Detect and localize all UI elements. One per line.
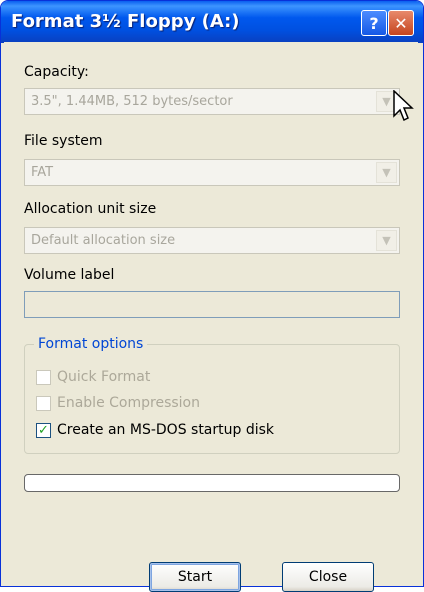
help-button[interactable]: ? (361, 10, 387, 36)
capacity-select[interactable]: 3.5", 1.44MB, 512 bytes/sector ▼ (24, 88, 400, 115)
checkbox-box[interactable] (36, 395, 51, 411)
checkbox-box[interactable] (36, 369, 51, 385)
format-options-legend: Format options (34, 336, 148, 352)
close-button[interactable]: Close (282, 562, 374, 592)
quick-format-checkbox[interactable]: Quick Format (36, 369, 150, 385)
volume-label-input[interactable] (24, 291, 400, 318)
file-system-label: File system (24, 133, 103, 149)
enable-compression-label: Enable Compression (57, 395, 200, 411)
volume-label-label: Volume label (24, 267, 115, 283)
allocation-select[interactable]: Default allocation size ▼ (24, 227, 400, 254)
file-system-select[interactable]: FAT ▼ (24, 159, 400, 186)
window-title: Format 3½ Floppy (A:) (11, 11, 240, 32)
capacity-label: Capacity: (24, 64, 89, 80)
chevron-down-icon[interactable]: ▼ (376, 230, 397, 251)
enable-compression-checkbox[interactable]: Enable Compression (36, 395, 200, 411)
mouse-cursor-icon (393, 90, 414, 122)
capacity-value: 3.5", 1.44MB, 512 bytes/sector (31, 94, 233, 109)
chevron-down-icon[interactable]: ▼ (376, 162, 397, 183)
allocation-label: Allocation unit size (24, 201, 157, 217)
title-bar[interactable]: Format 3½ Floppy (A:) ? ✕ (1, 1, 423, 43)
checkmark-icon[interactable]: ✓ (36, 422, 51, 438)
start-button[interactable]: Start (149, 562, 241, 592)
format-progress-bar (24, 474, 400, 492)
quick-format-label: Quick Format (57, 369, 151, 385)
msdos-startup-label: Create an MS-DOS startup disk (57, 422, 275, 438)
msdos-startup-checkbox[interactable]: ✓ Create an MS-DOS startup disk (36, 422, 274, 438)
allocation-value: Default allocation size (31, 233, 176, 248)
file-system-value: FAT (31, 165, 54, 180)
close-window-button[interactable]: ✕ (388, 10, 414, 36)
